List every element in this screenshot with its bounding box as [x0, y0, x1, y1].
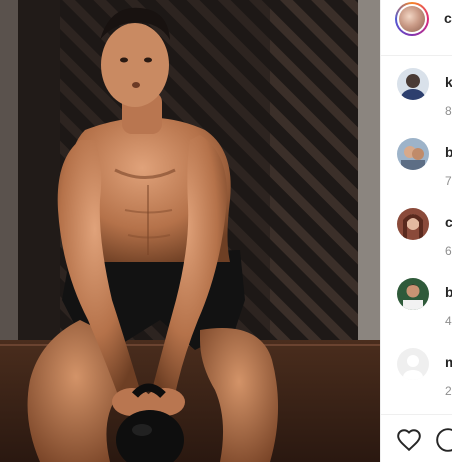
- comment-item: b 4: [381, 278, 452, 338]
- comment-timestamp: 6: [445, 244, 452, 258]
- comment-icon[interactable]: [435, 427, 452, 453]
- author-avatar[interactable]: [395, 2, 429, 36]
- comment-username[interactable]: k: [445, 74, 452, 90]
- comment-avatar[interactable]: [397, 278, 429, 310]
- comment-username[interactable]: m: [445, 354, 452, 370]
- comment-item: c 6: [381, 208, 452, 268]
- author-avatar-image: [399, 6, 425, 32]
- post-actions-bar: [381, 414, 452, 462]
- comment-item: k 8: [381, 68, 452, 128]
- comment-item: m 2: [381, 348, 452, 408]
- athlete-kettlebell-photo: [0, 0, 380, 462]
- author-username[interactable]: c: [444, 10, 452, 26]
- comment-username[interactable]: b: [445, 284, 452, 300]
- comments-panel: c k 8 b 7 c 6 b 4 m 2: [380, 0, 452, 462]
- comment-item: b 7: [381, 138, 452, 198]
- comment-timestamp: 2: [445, 384, 452, 398]
- comment-avatar[interactable]: [397, 208, 429, 240]
- striped-wall-panel: [270, 0, 360, 340]
- heart-icon[interactable]: [396, 427, 422, 453]
- comment-avatar[interactable]: [397, 138, 429, 170]
- post-header: c: [381, 0, 452, 56]
- comment-timestamp: 4: [445, 314, 452, 328]
- comment-username[interactable]: b: [445, 144, 452, 160]
- head: [101, 23, 169, 107]
- comment-avatar[interactable]: [397, 68, 429, 100]
- wall-pillar-right: [358, 0, 380, 340]
- comment-username[interactable]: c: [445, 214, 452, 230]
- comment-timestamp: 7: [445, 174, 452, 188]
- comment-timestamp: 8: [445, 104, 452, 118]
- wall-pillar-left: [0, 0, 18, 340]
- post-photo[interactable]: [0, 0, 380, 462]
- comment-avatar[interactable]: [397, 348, 429, 380]
